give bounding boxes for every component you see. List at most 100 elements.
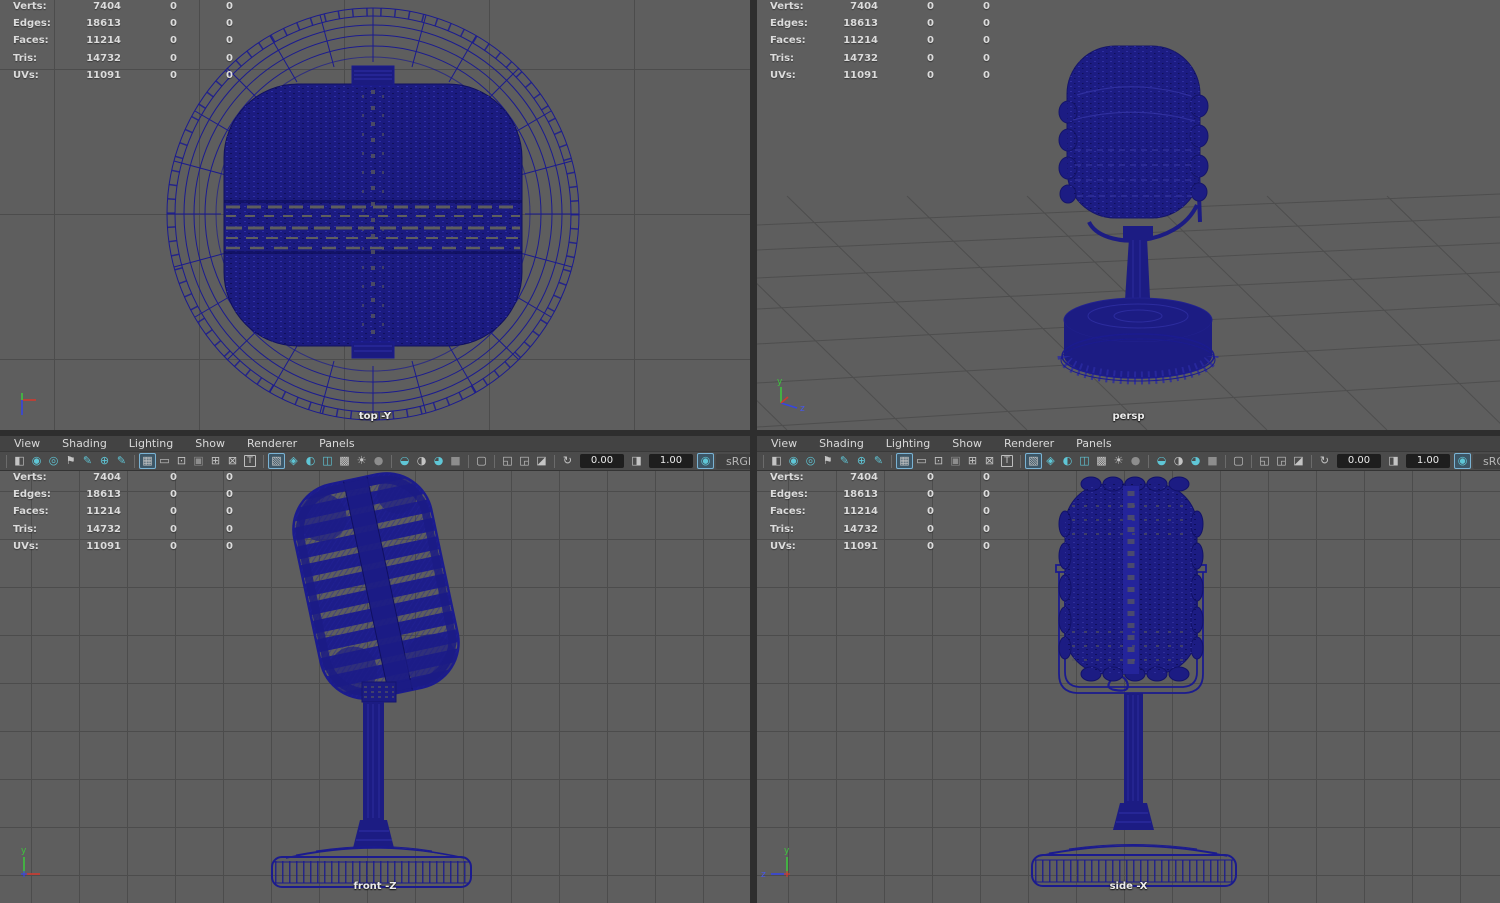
safe-title-icon[interactable]: T — [244, 455, 256, 467]
resolution-gate-icon[interactable]: ⊡ — [930, 453, 947, 469]
buffer-b-icon[interactable]: ◲ — [1273, 453, 1290, 469]
buffer-b-icon[interactable]: ◲ — [516, 453, 533, 469]
default-material-icon[interactable]: ▩ — [1093, 453, 1110, 469]
motion-blur-icon[interactable]: ◑ — [1170, 453, 1187, 469]
grease-pencil-icon[interactable]: ✎ — [113, 453, 130, 469]
safe-action-icon[interactable]: ⊠ — [224, 453, 241, 469]
maya-four-view-workspace: { "colors": {"viewport_bg":"#5e5e5e","gr… — [0, 0, 1500, 903]
viewport-front[interactable]: y View Shading Lighting Show Renderer Pa… — [0, 436, 750, 903]
hud-row: UVs: 11091 0 0 — [770, 67, 990, 84]
menu-item[interactable]: Shading — [808, 436, 875, 451]
camera-lock-icon[interactable]: ◉ — [785, 453, 802, 469]
menu-item[interactable]: Show — [941, 436, 993, 451]
viewport-label-side: side -X — [757, 881, 1500, 892]
menu-item[interactable]: Panels — [1065, 436, 1122, 451]
buffer-a-icon[interactable]: ◱ — [1256, 453, 1273, 469]
camera-lock-icon[interactable]: ◉ — [28, 453, 45, 469]
pan-zoom-icon[interactable]: ⊕ — [853, 453, 870, 469]
pan-zoom-icon[interactable]: ⊕ — [96, 453, 113, 469]
menu-item[interactable]: Shading — [51, 436, 118, 451]
resolution-gate-icon[interactable]: ⊡ — [173, 453, 190, 469]
viewport-top[interactable]: Verts: 7404 0 0 Edges: 18613 0 0 Faces: … — [0, 0, 750, 430]
film-gate-icon[interactable]: ▭ — [913, 453, 930, 469]
gamma-toggle-icon[interactable]: ◉ — [697, 453, 714, 469]
toolbar-separator — [554, 455, 555, 468]
occlusion-icon[interactable]: ◒ — [1153, 453, 1170, 469]
image-plane-icon[interactable]: ✎ — [836, 453, 853, 469]
hud-stat-value: 11091 — [75, 541, 121, 552]
camera-icon[interactable]: ◧ — [11, 453, 28, 469]
wipe-icon[interactable]: ◪ — [1290, 453, 1307, 469]
camera-icon[interactable]: ◧ — [768, 453, 785, 469]
viewport-side[interactable]: y z View Shading Lighting Show Renderer … — [757, 436, 1500, 903]
gamma-toggle-icon[interactable]: ◉ — [1454, 453, 1471, 469]
shaded-mode-icon[interactable]: ◈ — [1042, 453, 1059, 469]
menu-item[interactable]: Lighting — [118, 436, 184, 451]
isolate-select-icon[interactable]: ▢ — [473, 453, 490, 469]
menu-item[interactable]: Panels — [308, 436, 365, 451]
toolbar-separator — [1225, 455, 1226, 468]
menu-item[interactable]: Renderer — [993, 436, 1065, 451]
hud-stat-value: 11214 — [75, 506, 121, 517]
safe-action-icon[interactable]: ⊠ — [981, 453, 998, 469]
field-chart-icon[interactable]: ⊞ — [207, 453, 224, 469]
hud-row: Edges: 18613 0 0 — [13, 15, 233, 32]
safe-title-icon[interactable]: T — [1001, 455, 1013, 467]
menu-item[interactable]: View — [760, 436, 808, 451]
motion-blur-icon[interactable]: ◑ — [413, 453, 430, 469]
textured-mode-icon[interactable]: ◐ — [1059, 453, 1076, 469]
contrast-field[interactable]: 1.00 — [649, 454, 693, 468]
buffer-a-icon[interactable]: ◱ — [499, 453, 516, 469]
wipe-icon[interactable]: ◪ — [533, 453, 550, 469]
contrast-icon[interactable]: ◨ — [1385, 453, 1402, 469]
toolbar-separator — [891, 455, 892, 468]
hud-stat-zero: 0 — [934, 1, 990, 12]
textured-mode-icon[interactable]: ◐ — [302, 453, 319, 469]
menu-item[interactable]: Show — [184, 436, 236, 451]
lighting-icon[interactable]: ☀ — [353, 453, 370, 469]
hud-stat-value: 14732 — [832, 524, 878, 535]
bookmark-icon[interactable]: ⚑ — [819, 453, 836, 469]
lighting-icon[interactable]: ☀ — [1110, 453, 1127, 469]
exposure-icon[interactable]: ↻ — [1316, 453, 1333, 469]
exposure-icon[interactable]: ↻ — [559, 453, 576, 469]
grease-pencil-icon[interactable]: ✎ — [870, 453, 887, 469]
isolate-select-icon[interactable]: ▢ — [1230, 453, 1247, 469]
image-plane-icon[interactable]: ✎ — [79, 453, 96, 469]
exposure-field[interactable]: 0.00 — [580, 454, 624, 468]
field-chart-icon[interactable]: ⊞ — [964, 453, 981, 469]
grid-toggle-icon[interactable]: ▦ — [896, 453, 913, 469]
menu-item[interactable]: View — [3, 436, 51, 451]
xray-icon[interactable]: ◕ — [1187, 453, 1204, 469]
wireframe-on-shaded-icon[interactable]: ◫ — [319, 453, 336, 469]
bookmark-icon[interactable]: ⚑ — [62, 453, 79, 469]
wireframe-on-shaded-icon[interactable]: ◫ — [1076, 453, 1093, 469]
contrast-field[interactable]: 1.00 — [1406, 454, 1450, 468]
camera-attributes-icon[interactable]: ◎ — [45, 453, 62, 469]
wireframe-mode-icon[interactable]: ▧ — [268, 453, 285, 469]
default-material-icon[interactable]: ▩ — [336, 453, 353, 469]
shadows-icon[interactable]: ● — [1127, 453, 1144, 469]
shadows-icon[interactable]: ● — [370, 453, 387, 469]
hud-row: Tris: 14732 0 0 — [13, 521, 233, 538]
occlusion-icon[interactable]: ◒ — [396, 453, 413, 469]
xray-icon[interactable]: ◕ — [430, 453, 447, 469]
hud-stat-value: 14732 — [75, 524, 121, 535]
menu-item[interactable]: Renderer — [236, 436, 308, 451]
menu-item[interactable]: Lighting — [875, 436, 941, 451]
shaded-mode-icon[interactable]: ◈ — [285, 453, 302, 469]
hud-row: Edges: 18613 0 0 — [770, 15, 990, 32]
gate-mask-icon[interactable]: ▣ — [947, 453, 964, 469]
viewport-persp[interactable]: y z Verts: 7404 0 0 Edges: 18613 0 0 Fac… — [757, 0, 1500, 430]
grid-toggle-icon[interactable]: ▦ — [139, 453, 156, 469]
exposure-field[interactable]: 0.00 — [1337, 454, 1381, 468]
camera-attributes-icon[interactable]: ◎ — [802, 453, 819, 469]
contrast-icon[interactable]: ◨ — [628, 453, 645, 469]
backface-icon[interactable]: ■ — [1204, 453, 1221, 469]
gate-mask-icon[interactable]: ▣ — [190, 453, 207, 469]
film-gate-icon[interactable]: ▭ — [156, 453, 173, 469]
hud-stat-zero: 0 — [878, 70, 934, 81]
backface-icon[interactable]: ■ — [447, 453, 464, 469]
hud-stat-label: Verts: — [770, 472, 832, 483]
wireframe-mode-icon[interactable]: ▧ — [1025, 453, 1042, 469]
